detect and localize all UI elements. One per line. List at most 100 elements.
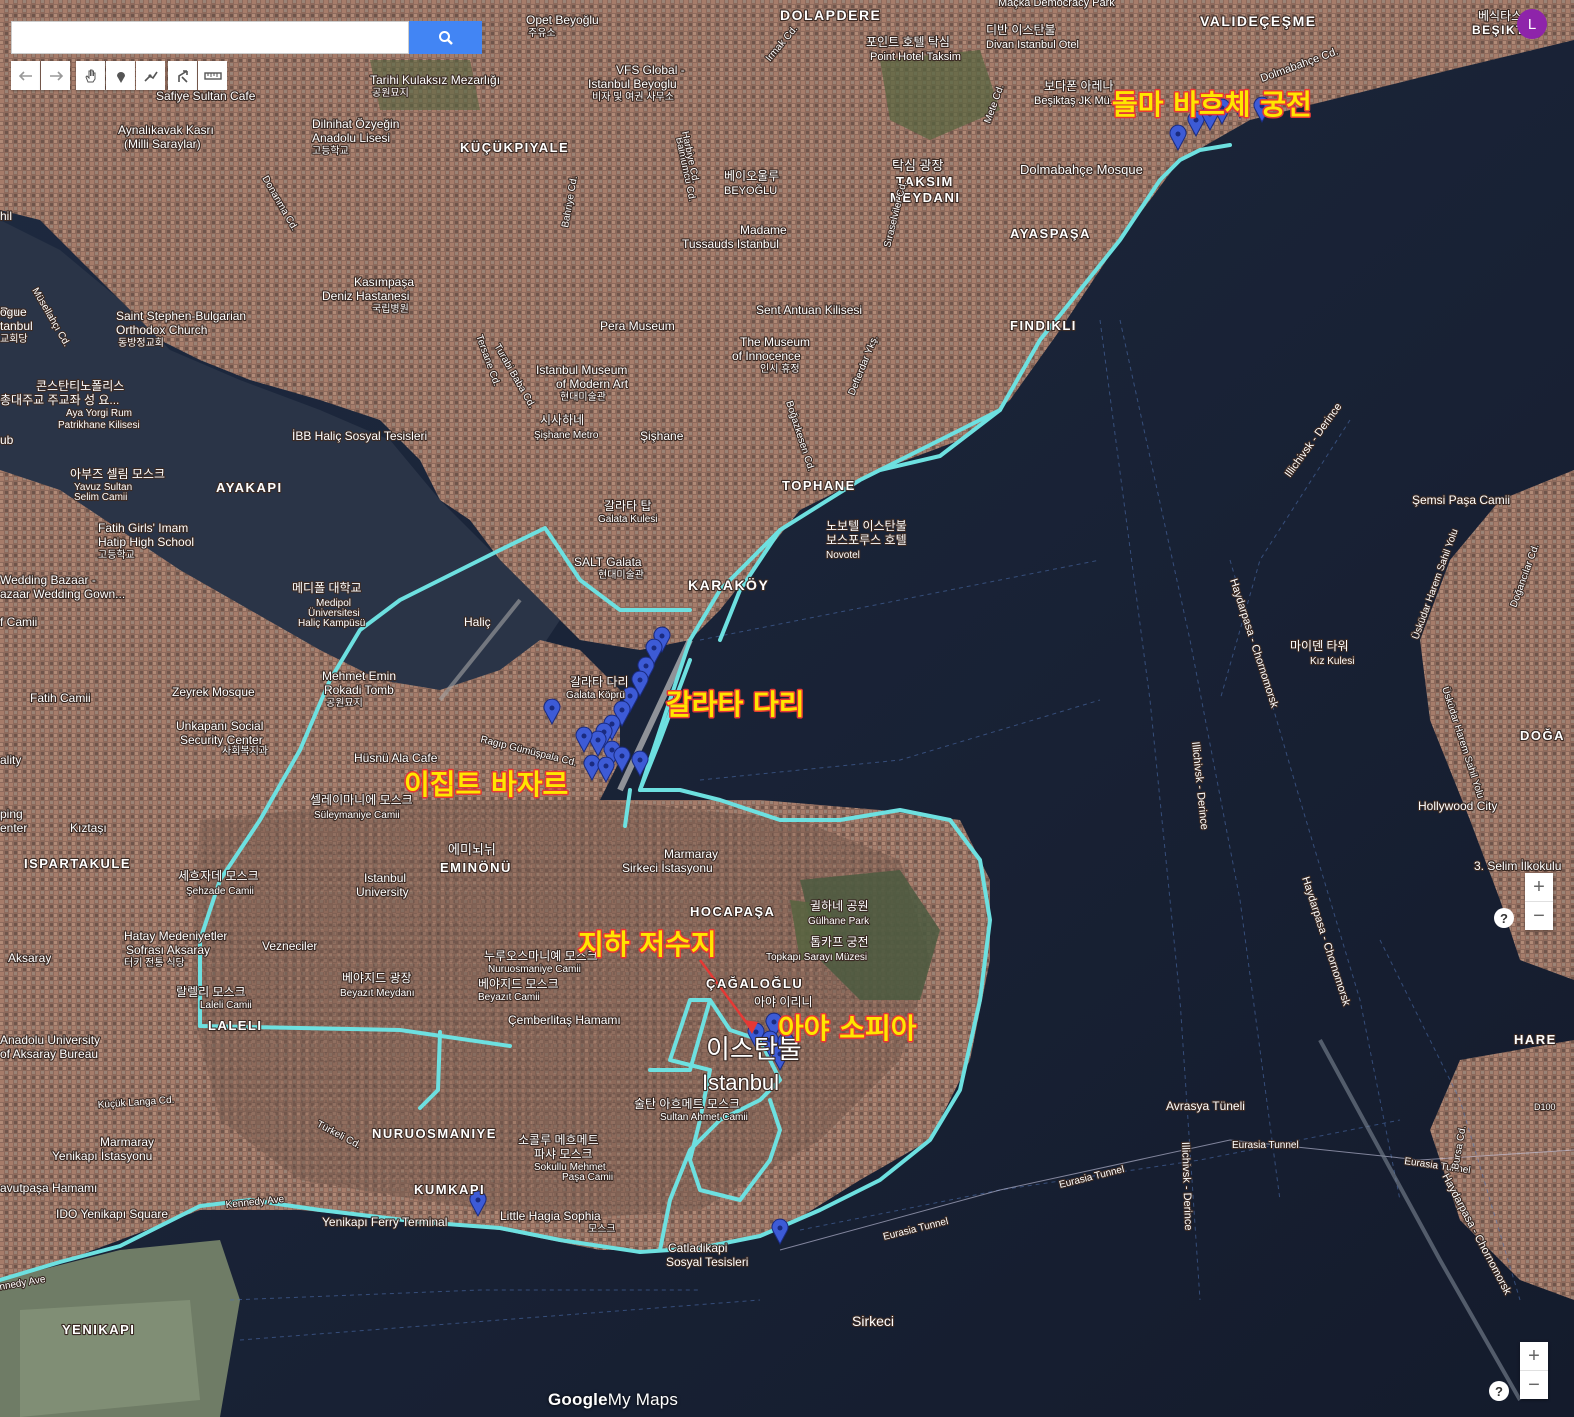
map-label: ISPARTAKULE	[24, 856, 131, 871]
ruler-icon	[203, 71, 222, 80]
map-label: of Aksaray Bureau	[0, 1047, 98, 1061]
map-label: Little Hagia Sophia	[500, 1209, 601, 1223]
map-label: Haliç Kampüsü	[298, 618, 365, 629]
map-label: Divan Istanbul Otel	[986, 39, 1079, 51]
map-label: 소콜루 메흐메트	[518, 1133, 599, 1147]
map-label: Safiye Sultan Cafe	[156, 89, 256, 103]
map-label: 마이덴 타워	[1290, 639, 1349, 653]
map-label: 셀레이마니에 모스크	[310, 793, 413, 807]
map-label: Aynalıkavak Kasrı	[118, 123, 214, 137]
map-label: 베야지드 모스크	[478, 977, 559, 991]
zoom-out-button[interactable]: −	[1525, 901, 1553, 930]
map-label: Fatih Camii	[30, 691, 91, 705]
draw-line-icon	[143, 71, 158, 82]
directions-icon	[177, 69, 188, 83]
zoom-in-button-bottom[interactable]: +	[1520, 1342, 1548, 1370]
zoom-out-button-bottom[interactable]: −	[1520, 1370, 1548, 1399]
help-button[interactable]: ?	[1494, 908, 1514, 928]
map-label: Sirkeci	[852, 1313, 894, 1329]
measure-button[interactable]	[198, 61, 227, 90]
extra-tools-toolbar	[168, 61, 227, 90]
directions-button[interactable]	[168, 61, 197, 90]
place-marker-dot	[643, 663, 649, 669]
map-label: Hatip High School	[98, 535, 194, 549]
map-label: 동방정교회	[118, 337, 164, 349]
map-label: 베이오울루	[724, 169, 779, 183]
map-label: İBB Haliç Sosyal Tesisleri	[292, 429, 427, 443]
map-label: TOPHANE	[782, 478, 856, 493]
map-label: Selim Camii	[74, 492, 127, 503]
map-label: Istanbul Museum	[536, 363, 627, 377]
map-label: Dolmabahçe Mosque	[1020, 162, 1143, 177]
place-marker-dot	[475, 1197, 481, 1203]
map-label: LALELI	[208, 1018, 263, 1033]
map-label: Hüsnü Ala Cafe	[354, 751, 438, 765]
zoom-controls: + −	[1525, 873, 1553, 930]
map-label: ogue	[0, 305, 27, 319]
help-button-bottom[interactable]: ?	[1489, 1381, 1509, 1401]
map-label: Topkapı Sarayı Müzesi	[766, 952, 867, 963]
add-marker-button[interactable]	[106, 61, 135, 90]
annotation-label: 돌마 바흐체 궁전	[1112, 88, 1312, 121]
draw-line-button[interactable]	[136, 61, 165, 90]
map-label: Şişhane Metro	[534, 430, 599, 441]
redo-icon	[49, 70, 63, 81]
map-label: Kıztaşı	[70, 821, 107, 835]
place-marker-dot	[637, 677, 643, 683]
place-marker-dot	[603, 763, 609, 769]
search-box[interactable]	[11, 21, 409, 54]
map-label: DOĞA	[1520, 728, 1565, 743]
map-label: 현대미술관	[598, 569, 644, 581]
map-label: DOLAPDERE	[780, 7, 881, 23]
map-label: Aksaray	[8, 951, 51, 965]
map-label: 포인트 호텔 탁심	[866, 35, 950, 49]
map-label: 탁심 광장	[892, 158, 943, 173]
map-label: Eurasia Tunnel	[1232, 1140, 1299, 1151]
map-label: 디반 이스탄불	[986, 23, 1056, 37]
satellite-map[interactable]: Dolmabahçe MosqueDolmabahçe Cd.DOLAPDERE…	[0, 0, 1574, 1417]
map-label: Istanbul	[702, 1070, 779, 1095]
redo-button[interactable]	[41, 61, 70, 90]
map-label: 콘스탄티노폴리스	[36, 379, 124, 393]
map-label: of Innocence	[732, 349, 801, 363]
search-button[interactable]	[409, 21, 482, 54]
map-label: Pera Museum	[600, 319, 675, 333]
place-marker-dot	[619, 707, 625, 713]
map-label: f Camii	[0, 615, 37, 629]
map-label: SALT Galata	[574, 555, 642, 569]
map-label: 노보텔 이스탄불	[826, 519, 907, 533]
place-marker-dot	[659, 633, 665, 639]
search-input[interactable]	[12, 22, 408, 53]
map-label: VALIDEÇEŞME	[1200, 13, 1317, 29]
user-avatar[interactable]: L	[1517, 9, 1547, 39]
map-label: 파샤 모스크	[534, 1147, 593, 1161]
map-label: Galata Köprü	[566, 690, 625, 701]
map-label: Paşa Camii	[562, 1172, 613, 1183]
map-label: Rokadi Tomb	[324, 683, 394, 697]
map-label: Sosyal Tesisleri	[666, 1255, 748, 1269]
map-label: Marmaray	[664, 847, 718, 861]
map-label: Dilnihat Özyeğin	[312, 117, 399, 131]
map-label: Tarihi Kulaksız Mezarlığı	[370, 73, 500, 87]
map-label: 갈라타 탑	[604, 499, 652, 513]
map-label: D100	[1534, 1102, 1556, 1112]
undo-button[interactable]	[11, 61, 40, 90]
search-icon	[438, 30, 453, 45]
map-label: 메디폴 대학교	[292, 581, 362, 595]
zoom-in-button[interactable]: +	[1525, 873, 1553, 901]
place-marker-dot	[549, 705, 555, 711]
map-label: 에미뇌뉘	[448, 842, 496, 857]
map-label: AYASPAŞA	[1010, 226, 1091, 241]
map-label: Beşiktaş JK Mü...	[1034, 95, 1119, 107]
pan-tool-button[interactable]	[76, 61, 105, 90]
map-label: Anadolu University	[0, 1033, 100, 1047]
map-label: Point Hotel Taksim	[870, 51, 961, 63]
map-tools-toolbar	[76, 61, 165, 90]
place-marker-dot	[619, 753, 625, 759]
map-label: Madame	[740, 223, 787, 237]
map-label: (Milli Saraylar)	[124, 137, 201, 151]
map-label: 베식타스	[1478, 9, 1522, 23]
map-label: Zeyrek Mosque	[172, 685, 255, 699]
map-label: YENIKAPI	[62, 1322, 135, 1337]
place-marker-dot	[581, 733, 587, 739]
